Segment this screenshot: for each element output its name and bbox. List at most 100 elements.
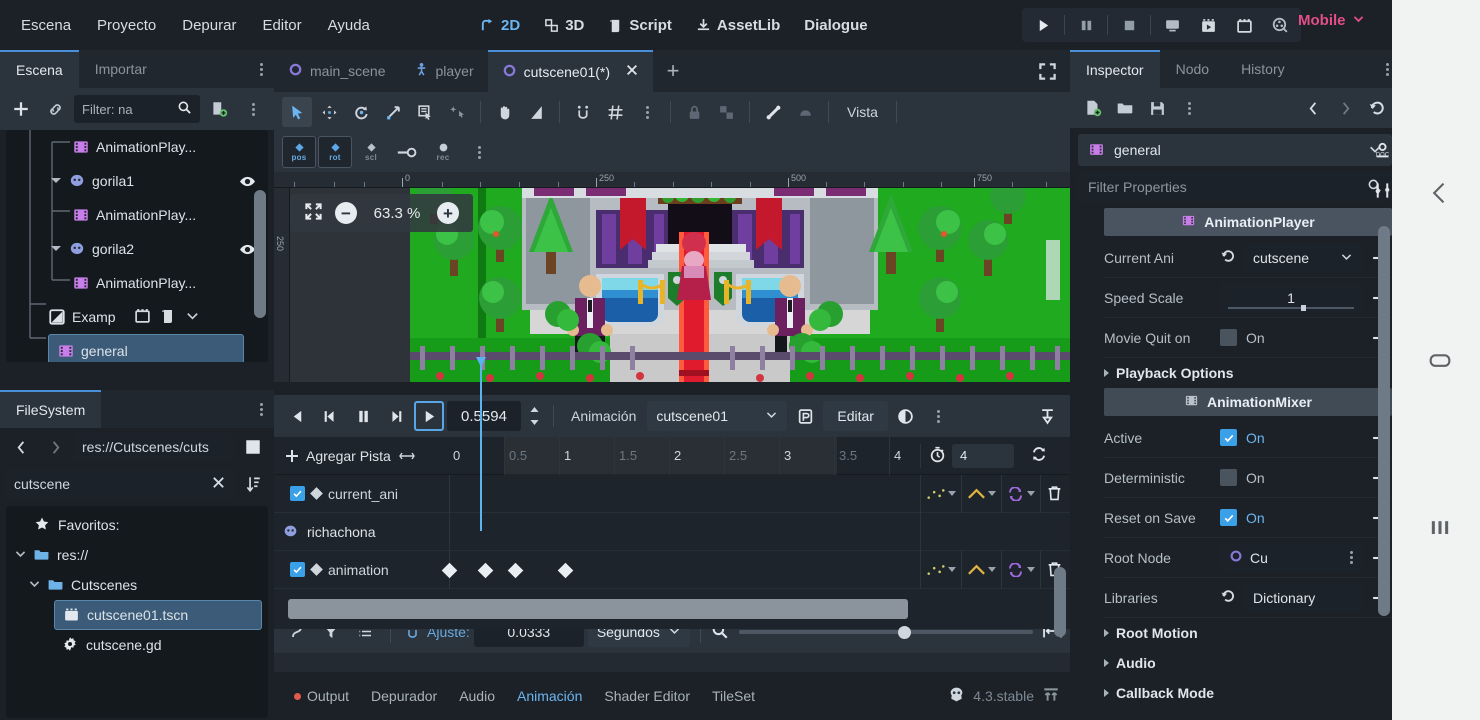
key-options-button[interactable] — [462, 136, 496, 168]
step-forward-button[interactable] — [381, 401, 411, 431]
zoom-in-button[interactable]: + — [437, 202, 459, 224]
add-track-button[interactable]: Agregar Pista — [274, 448, 449, 464]
revert-button[interactable] — [1362, 93, 1392, 123]
filesystem-dock-menu-button[interactable] — [248, 390, 274, 428]
filesystem-split-toggle[interactable] — [238, 432, 268, 462]
script-icon[interactable] — [160, 308, 176, 327]
distraction-free-button[interactable] — [1024, 50, 1070, 92]
revert-icon[interactable] — [1220, 588, 1236, 607]
menu-editor[interactable]: Editor — [251, 11, 312, 40]
animation-time-stepper[interactable] — [524, 405, 544, 427]
edit-animation-button[interactable]: Editar — [823, 401, 888, 431]
tab-2d[interactable]: 2D — [470, 10, 531, 40]
path-back-button[interactable] — [6, 432, 36, 462]
filesystem-tree[interactable]: Favoritos: res:// Cutscenes cutscene01.t… — [6, 506, 268, 718]
tree-item-animationplayer-1[interactable]: AnimationPlay... — [6, 130, 268, 164]
pause-animation-button[interactable] — [348, 401, 378, 431]
kebab-icon[interactable] — [1350, 551, 1353, 564]
tree-item-examp[interactable]: Examp — [6, 300, 268, 334]
pan-mode-button[interactable] — [489, 97, 519, 127]
chevron-down-icon[interactable] — [185, 308, 200, 326]
android-recents-button[interactable] — [1418, 505, 1462, 549]
animation-options-button[interactable] — [924, 401, 954, 431]
load-resource-button[interactable] — [1110, 93, 1140, 123]
libraries-dictionary-button[interactable]: Dictionary — [1244, 583, 1362, 612]
filesystem-search-input[interactable]: cutscene — [6, 470, 234, 498]
clapper-icon[interactable] — [134, 307, 151, 327]
scene-tab-player[interactable]: player — [400, 50, 488, 92]
track-interpolation-button[interactable] — [921, 474, 962, 513]
tab-history[interactable]: History — [1225, 50, 1301, 88]
zoom-out-button[interactable]: − — [335, 202, 357, 224]
stop-button[interactable] — [1112, 10, 1146, 40]
track-name-richachona[interactable]: richachona — [274, 523, 449, 541]
inspector-scrollbar[interactable] — [1378, 226, 1390, 616]
list-select-button[interactable] — [410, 97, 440, 127]
slider-knob[interactable] — [897, 625, 911, 639]
play-animation-button[interactable] — [414, 401, 444, 431]
path-forward-button[interactable] — [40, 432, 70, 462]
inspector-object-selector[interactable]: general — [1078, 134, 1392, 166]
inspector-filter-input[interactable]: Filter Properties — [1078, 172, 1392, 202]
root-node-picker[interactable]: Cu — [1220, 543, 1362, 572]
timeline-playhead[interactable] — [476, 357, 486, 531]
expand-bottom-icon[interactable] — [1042, 686, 1060, 707]
keyframe[interactable] — [477, 562, 494, 578]
smart-snap-button[interactable] — [568, 97, 598, 127]
animation-track-list[interactable]: current_ani richachona animation — [274, 474, 1070, 637]
current-animation-dropdown[interactable]: cutscene — [1244, 243, 1362, 272]
bottom-panel-shader-editor[interactable]: Shader Editor — [594, 683, 700, 709]
track-loop-wrap-button[interactable] — [962, 550, 1002, 589]
menu-proyecto[interactable]: Proyecto — [86, 11, 167, 40]
save-resource-button[interactable] — [1142, 93, 1172, 123]
animation-length-input[interactable]: 4 — [952, 443, 1014, 468]
close-scene-tab-button[interactable] — [625, 62, 639, 82]
section-root-motion[interactable]: Root Motion — [1104, 618, 1392, 648]
key-scale-button[interactable]: scl — [354, 136, 388, 168]
attach-script-button[interactable] — [204, 94, 234, 124]
tree-item-gorila2[interactable]: gorila2 — [6, 232, 268, 266]
track-list-vertical-scrollbar[interactable] — [1054, 567, 1066, 637]
filesystem-path-input[interactable]: res://Cutscenes/cuts — [74, 433, 234, 461]
tab-escena[interactable]: Escena — [0, 50, 79, 88]
section-audio[interactable]: Audio — [1104, 648, 1392, 678]
rotate-mode-button[interactable] — [346, 97, 376, 127]
onion-skinning-button[interactable] — [891, 401, 921, 431]
reset-on-save-checkbox[interactable]: On — [1220, 509, 1362, 526]
deterministic-checkbox[interactable]: On — [1220, 469, 1362, 486]
instantiate-scene-button[interactable] — [40, 94, 70, 124]
filesystem-row-cutscenes[interactable]: Cutscenes — [6, 570, 268, 600]
renderer-selector[interactable]: Mobile — [1298, 12, 1365, 29]
new-scene-tab-button[interactable]: + — [653, 50, 693, 92]
pause-button[interactable] — [1069, 10, 1103, 40]
scene-tree-scrollbar[interactable] — [254, 190, 266, 318]
new-animation-button[interactable] — [790, 401, 820, 431]
insert-key-button[interactable] — [390, 136, 424, 168]
play-scene-button[interactable] — [1191, 10, 1225, 40]
bottom-panel-animacion[interactable]: Animación — [507, 683, 592, 709]
grid-snap-button[interactable] — [600, 97, 630, 127]
movie-writer-button[interactable] — [1263, 10, 1297, 40]
tab-importar[interactable]: Importar — [79, 50, 163, 88]
timeline-zoom-slider[interactable] — [738, 617, 1033, 647]
tab-inspector[interactable]: Inspector — [1070, 50, 1160, 88]
track-row-richachona[interactable]: richachona — [274, 512, 1070, 551]
speed-scale-input[interactable]: 1 — [1220, 282, 1362, 313]
bottom-panel-tileset[interactable]: TileSet — [702, 683, 765, 709]
tab-dialogue[interactable]: Dialogue — [794, 11, 877, 40]
section-callback-mode[interactable]: Callback Mode — [1104, 678, 1392, 708]
history-forward-button[interactable] — [1330, 93, 1360, 123]
filesystem-row-res[interactable]: res:// — [6, 540, 268, 570]
track-lane-richachona[interactable] — [449, 512, 920, 551]
chevron-down-icon[interactable] — [28, 577, 41, 593]
tab-filesystem[interactable]: FileSystem — [0, 390, 102, 428]
filesystem-row-cutscene01-tscn[interactable]: cutscene01.tscn — [54, 600, 262, 630]
scene-dock-menu-button[interactable] — [248, 50, 274, 88]
move-mode-button[interactable] — [314, 97, 344, 127]
selectable-button[interactable] — [442, 97, 472, 127]
chevron-down-icon[interactable] — [14, 547, 27, 563]
track-lane-current-ani[interactable] — [449, 474, 920, 513]
filesystem-row-cutscene-gd[interactable]: cutscene.gd — [6, 630, 268, 660]
bottom-panel-audio[interactable]: Audio — [449, 683, 505, 709]
track-loop-wrap-button[interactable] — [962, 474, 1002, 513]
